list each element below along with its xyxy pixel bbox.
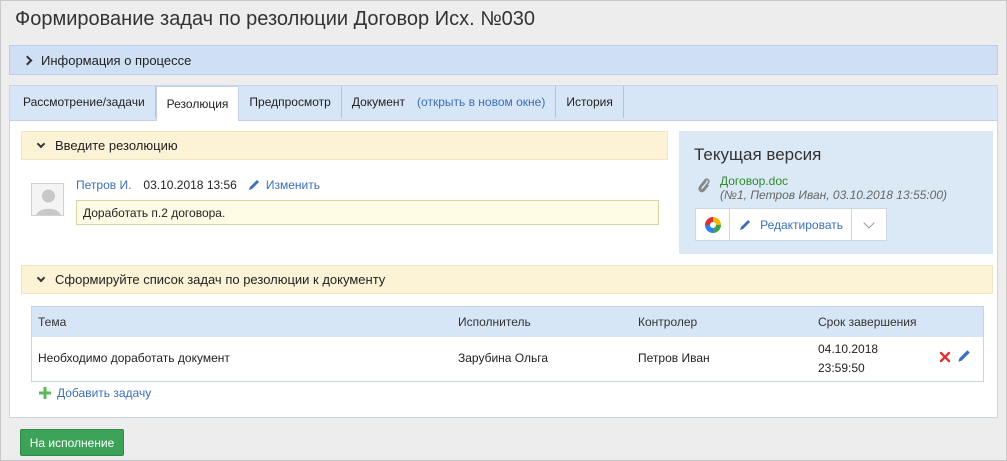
- delete-icon[interactable]: [939, 351, 951, 363]
- task-executor: Зарубина Ольга: [458, 351, 549, 365]
- page-title: Формирование задач по резолюции Договор …: [15, 8, 536, 30]
- current-version-panel: Текущая версия Договор.doc (№1, Петров И…: [679, 131, 993, 254]
- chevron-down-icon: [36, 273, 46, 283]
- paperclip-icon: [698, 178, 710, 193]
- version-dropdown-button[interactable]: [852, 209, 886, 240]
- column-header: Исполнитель: [458, 315, 531, 329]
- app-logo-icon: [704, 216, 721, 233]
- tab-bar: Рассмотрение/задачи Резолюция Предпросмо…: [10, 86, 997, 121]
- process-info-toggle[interactable]: Информация о процессе: [9, 45, 998, 75]
- tab-label: Рассмотрение/задачи: [23, 95, 145, 109]
- chevron-down-icon: [36, 139, 46, 149]
- task-due-date: 04.10.2018: [818, 342, 879, 356]
- table-header: Тема Исполнитель Контролер Срок завершен…: [32, 307, 983, 337]
- open-in-app-button[interactable]: [696, 209, 730, 240]
- pencil-icon: [740, 219, 751, 230]
- resolution-text: Доработать п.2 договора.: [76, 200, 659, 225]
- open-new-window-link[interactable]: (открыть в новом окне): [417, 95, 545, 109]
- tab-preview[interactable]: Предпросмотр: [239, 86, 342, 118]
- chevron-right-icon: [22, 55, 33, 65]
- file-link[interactable]: Договор.doc: [720, 174, 788, 188]
- edit-document-button[interactable]: Редактировать: [730, 209, 852, 240]
- task-table: Тема Исполнитель Контролер Срок завершен…: [31, 306, 984, 382]
- comment-datetime: 03.10.2018 13:56: [143, 178, 237, 192]
- tab-label: Документ: [351, 95, 406, 109]
- edit-label: Изменить: [265, 178, 320, 192]
- tab-label: История: [566, 95, 613, 109]
- table-row[interactable]: Необходимо доработать документ Зарубина …: [32, 337, 983, 381]
- version-actions: Редактировать: [695, 208, 887, 241]
- add-task-label: Добавить задачу: [57, 386, 152, 400]
- avatar: [31, 183, 64, 216]
- chevron-down-icon: [863, 216, 875, 229]
- tab-history[interactable]: История: [556, 86, 624, 118]
- column-header: Срок завершения: [818, 315, 917, 329]
- version-title: Текущая версия: [694, 145, 822, 164]
- add-task-link[interactable]: Добавить задачу: [38, 386, 151, 400]
- tasks-section-header[interactable]: Сформируйте список задач по резолюции к …: [21, 265, 993, 294]
- plus-icon: [39, 387, 51, 399]
- pencil-icon[interactable]: [956, 348, 972, 364]
- section-title: Введите резолюцию: [55, 138, 178, 153]
- column-header: Контролер: [638, 315, 698, 329]
- submit-button[interactable]: На исполнение: [20, 429, 124, 456]
- file-meta: (№1, Петров Иван, 03.10.2018 13:55:00): [720, 188, 948, 202]
- resolution-section-header[interactable]: Введите резолюцию: [21, 131, 668, 160]
- column-header: Тема: [38, 315, 67, 329]
- main-panel: Рассмотрение/задачи Резолюция Предпросмо…: [9, 85, 998, 418]
- tab-label: Резолюция: [166, 97, 229, 111]
- author-link[interactable]: Петров И.: [76, 178, 131, 192]
- edit-comment-link[interactable]: Изменить: [247, 178, 320, 192]
- task-topic: Необходимо доработать документ: [38, 351, 230, 365]
- comment-meta: Петров И. 03.10.2018 13:56 Изменить: [76, 178, 320, 192]
- tab-review-tasks[interactable]: Рассмотрение/задачи: [13, 86, 156, 118]
- pencil-icon: [248, 180, 259, 190]
- tab-resolution[interactable]: Резолюция: [155, 86, 240, 121]
- task-controller: Петров Иван: [638, 351, 710, 365]
- section-title: Сформируйте список задач по резолюции к …: [55, 272, 386, 287]
- process-info-label: Информация о процессе: [41, 52, 192, 68]
- edit-button-label: Редактировать: [760, 217, 843, 232]
- task-due-time: 23:59:50: [818, 361, 865, 375]
- tab-document[interactable]: Документ (открыть в новом окне): [342, 86, 557, 118]
- tab-label: Предпросмотр: [249, 95, 331, 109]
